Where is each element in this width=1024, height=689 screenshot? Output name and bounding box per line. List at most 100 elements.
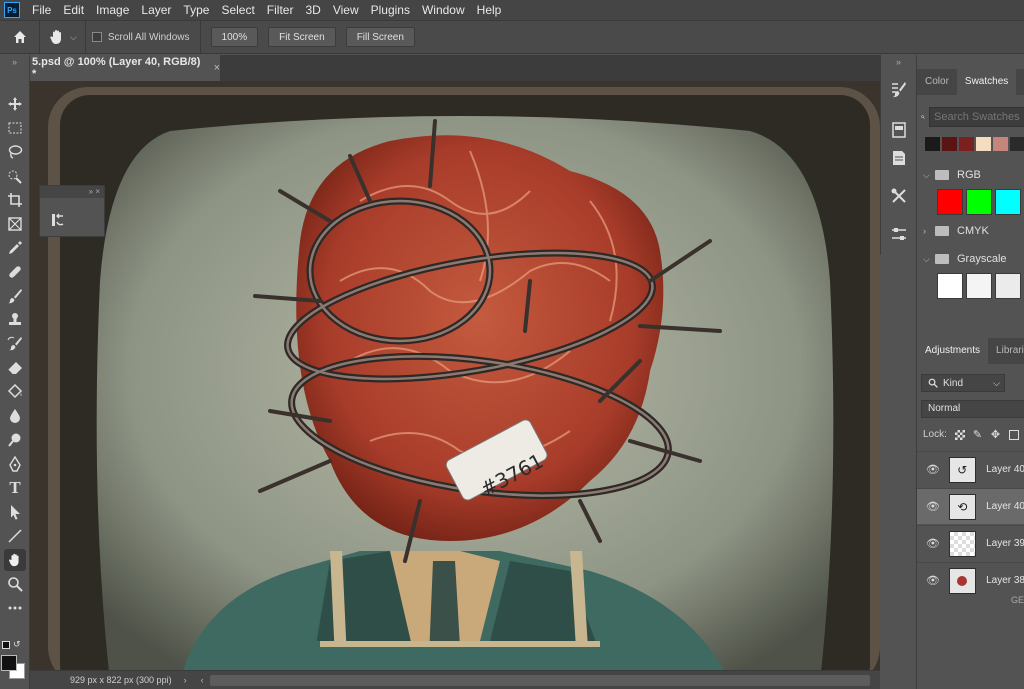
eye-icon[interactable]: 👁 <box>923 574 943 587</box>
brush-settings-icon[interactable] <box>890 81 908 99</box>
document-canvas[interactable]: #3761 <box>30 81 880 670</box>
eye-icon[interactable]: 👁 <box>923 537 943 550</box>
horizontal-scrollbar[interactable] <box>209 674 870 686</box>
layer-row[interactable]: 👁 Layer 39 <box>917 525 1024 561</box>
swatch-group-cmyk[interactable]: › CMYK <box>917 220 1024 242</box>
quick-select-tool[interactable] <box>4 165 26 187</box>
menu-help[interactable]: Help <box>471 0 508 20</box>
layer-row[interactable]: 👁 Layer 38 <box>917 562 1024 598</box>
properties-sliders-icon[interactable] <box>890 225 908 243</box>
paint-bucket-tool[interactable] <box>4 381 26 403</box>
type-tool[interactable]: T <box>4 477 26 499</box>
fit-screen-button[interactable]: Fit Screen <box>268 27 336 47</box>
swatch-group-grayscale[interactable]: ⌵ Grayscale <box>917 248 1024 270</box>
chevron-right-icon[interactable]: › <box>184 675 187 685</box>
layer-name[interactable]: Layer 40 <box>986 501 1024 512</box>
recent-color-swatch[interactable] <box>976 137 991 151</box>
swap-colors-icon[interactable]: ↺ <box>13 639 21 650</box>
document-tab[interactable]: 5.psd @ 100% (Layer 40, RGB/8) * × <box>30 55 220 81</box>
scroll-all-windows-checkbox[interactable] <box>91 32 102 42</box>
swatch-gray-2[interactable] <box>995 273 1021 299</box>
eye-icon[interactable]: 👁 <box>923 463 943 476</box>
tab-color[interactable]: Color <box>917 69 957 95</box>
menu-view[interactable]: View <box>327 0 365 20</box>
marquee-tool[interactable] <box>4 117 26 139</box>
layer-filter-kind[interactable]: Kind ⌵ <box>921 374 1005 392</box>
libraries-icon[interactable] <box>890 121 908 139</box>
fill-screen-button[interactable]: Fill Screen <box>345 27 415 47</box>
default-colors-icon[interactable] <box>2 641 10 649</box>
menu-type[interactable]: Type <box>177 0 215 20</box>
tab-libraries[interactable]: Libraries <box>988 338 1024 364</box>
chevron-down-icon[interactable]: ⌵ <box>923 254 935 265</box>
layer-row-selected[interactable]: 👁 ⟲ Layer 40 <box>917 488 1024 524</box>
menu-plugins[interactable]: Plugins <box>365 0 416 20</box>
chevron-right-icon[interactable]: › <box>923 226 935 236</box>
home-button[interactable] <box>0 20 40 54</box>
mini-panel-header[interactable]: » × <box>40 186 104 198</box>
frame-tool[interactable] <box>4 213 26 235</box>
path-select-tool[interactable] <box>4 501 26 523</box>
swatch-gray-1[interactable] <box>966 273 992 299</box>
lock-transparent-icon[interactable] <box>954 429 965 440</box>
history-icon[interactable] <box>50 212 66 228</box>
floating-history-panel[interactable]: » × <box>39 185 105 237</box>
zoom-100-button[interactable]: 100% <box>210 27 259 47</box>
lock-move-icon[interactable]: ✥ <box>991 429 1001 440</box>
recent-color-swatch[interactable] <box>959 137 974 151</box>
menu-layer[interactable]: Layer <box>135 0 177 20</box>
menu-window[interactable]: Window <box>416 0 471 20</box>
layer-row[interactable]: 👁 ↺ Layer 40 <box>917 451 1024 487</box>
lock-artboard-icon[interactable] <box>1008 429 1019 440</box>
tool-preset-picker[interactable]: ⌵ <box>40 20 86 54</box>
menu-edit[interactable]: Edit <box>57 0 90 20</box>
stamp-tool[interactable] <box>4 309 26 331</box>
swatch-green[interactable] <box>966 189 992 215</box>
tab-adjustments[interactable]: Adjustments <box>917 338 989 364</box>
menu-image[interactable]: Image <box>90 0 135 20</box>
menu-select[interactable]: Select <box>215 0 260 20</box>
eyedropper-tool[interactable] <box>4 237 26 259</box>
brush-tool[interactable] <box>4 285 26 307</box>
healing-tool[interactable] <box>4 261 26 283</box>
layer-name[interactable]: Layer 38 <box>986 575 1024 586</box>
pen-tool[interactable] <box>4 453 26 475</box>
close-icon[interactable]: × <box>214 62 220 74</box>
scroll-all-windows-option[interactable]: Scroll All Windows <box>86 20 201 54</box>
lasso-tool[interactable] <box>4 141 26 163</box>
collapse-dock-icon[interactable]: » <box>881 55 916 69</box>
recent-color-swatch[interactable] <box>993 137 1008 151</box>
menu-file[interactable]: File <box>26 0 57 20</box>
notes-icon[interactable] <box>890 149 908 167</box>
swatch-white[interactable] <box>937 273 963 299</box>
swatch-group-rgb[interactable]: ⌵ RGB <box>917 164 1024 186</box>
crop-tool[interactable] <box>4 189 26 211</box>
dodge-tool[interactable] <box>4 429 26 451</box>
chevron-down-icon[interactable]: ⌵ <box>923 170 935 181</box>
menu-filter[interactable]: Filter <box>261 0 300 20</box>
recent-color-swatch[interactable] <box>942 137 957 151</box>
recent-color-swatch[interactable] <box>925 137 940 151</box>
swatch-search-input[interactable] <box>929 107 1024 127</box>
recent-color-swatch[interactable] <box>1010 137 1024 151</box>
more-tools[interactable] <box>4 597 26 619</box>
eye-icon[interactable]: 👁 <box>923 500 943 513</box>
menu-3d[interactable]: 3D <box>299 0 326 20</box>
hand-tool[interactable] <box>4 549 26 571</box>
tab-swatches[interactable]: Swatches <box>956 69 1017 95</box>
blend-mode-select[interactable]: Normal <box>921 400 1024 418</box>
swatch-red[interactable] <box>937 189 963 215</box>
layer-name[interactable]: Layer 39 <box>986 538 1024 549</box>
eraser-tool[interactable] <box>4 357 26 379</box>
line-tool[interactable] <box>4 525 26 547</box>
blur-tool[interactable] <box>4 405 26 427</box>
history-brush-tool[interactable] <box>4 333 26 355</box>
move-tool[interactable] <box>4 93 26 115</box>
collapse-toolbar-icon[interactable]: » <box>0 55 29 69</box>
foreground-color-swatch[interactable] <box>1 655 17 671</box>
lock-brush-icon[interactable]: ✎ <box>973 429 983 440</box>
swatch-cyan[interactable] <box>995 189 1021 215</box>
layer-name[interactable]: Layer 40 <box>986 464 1024 475</box>
chevron-left-icon[interactable]: ‹ <box>201 675 204 685</box>
tools-cross-icon[interactable] <box>890 187 908 205</box>
